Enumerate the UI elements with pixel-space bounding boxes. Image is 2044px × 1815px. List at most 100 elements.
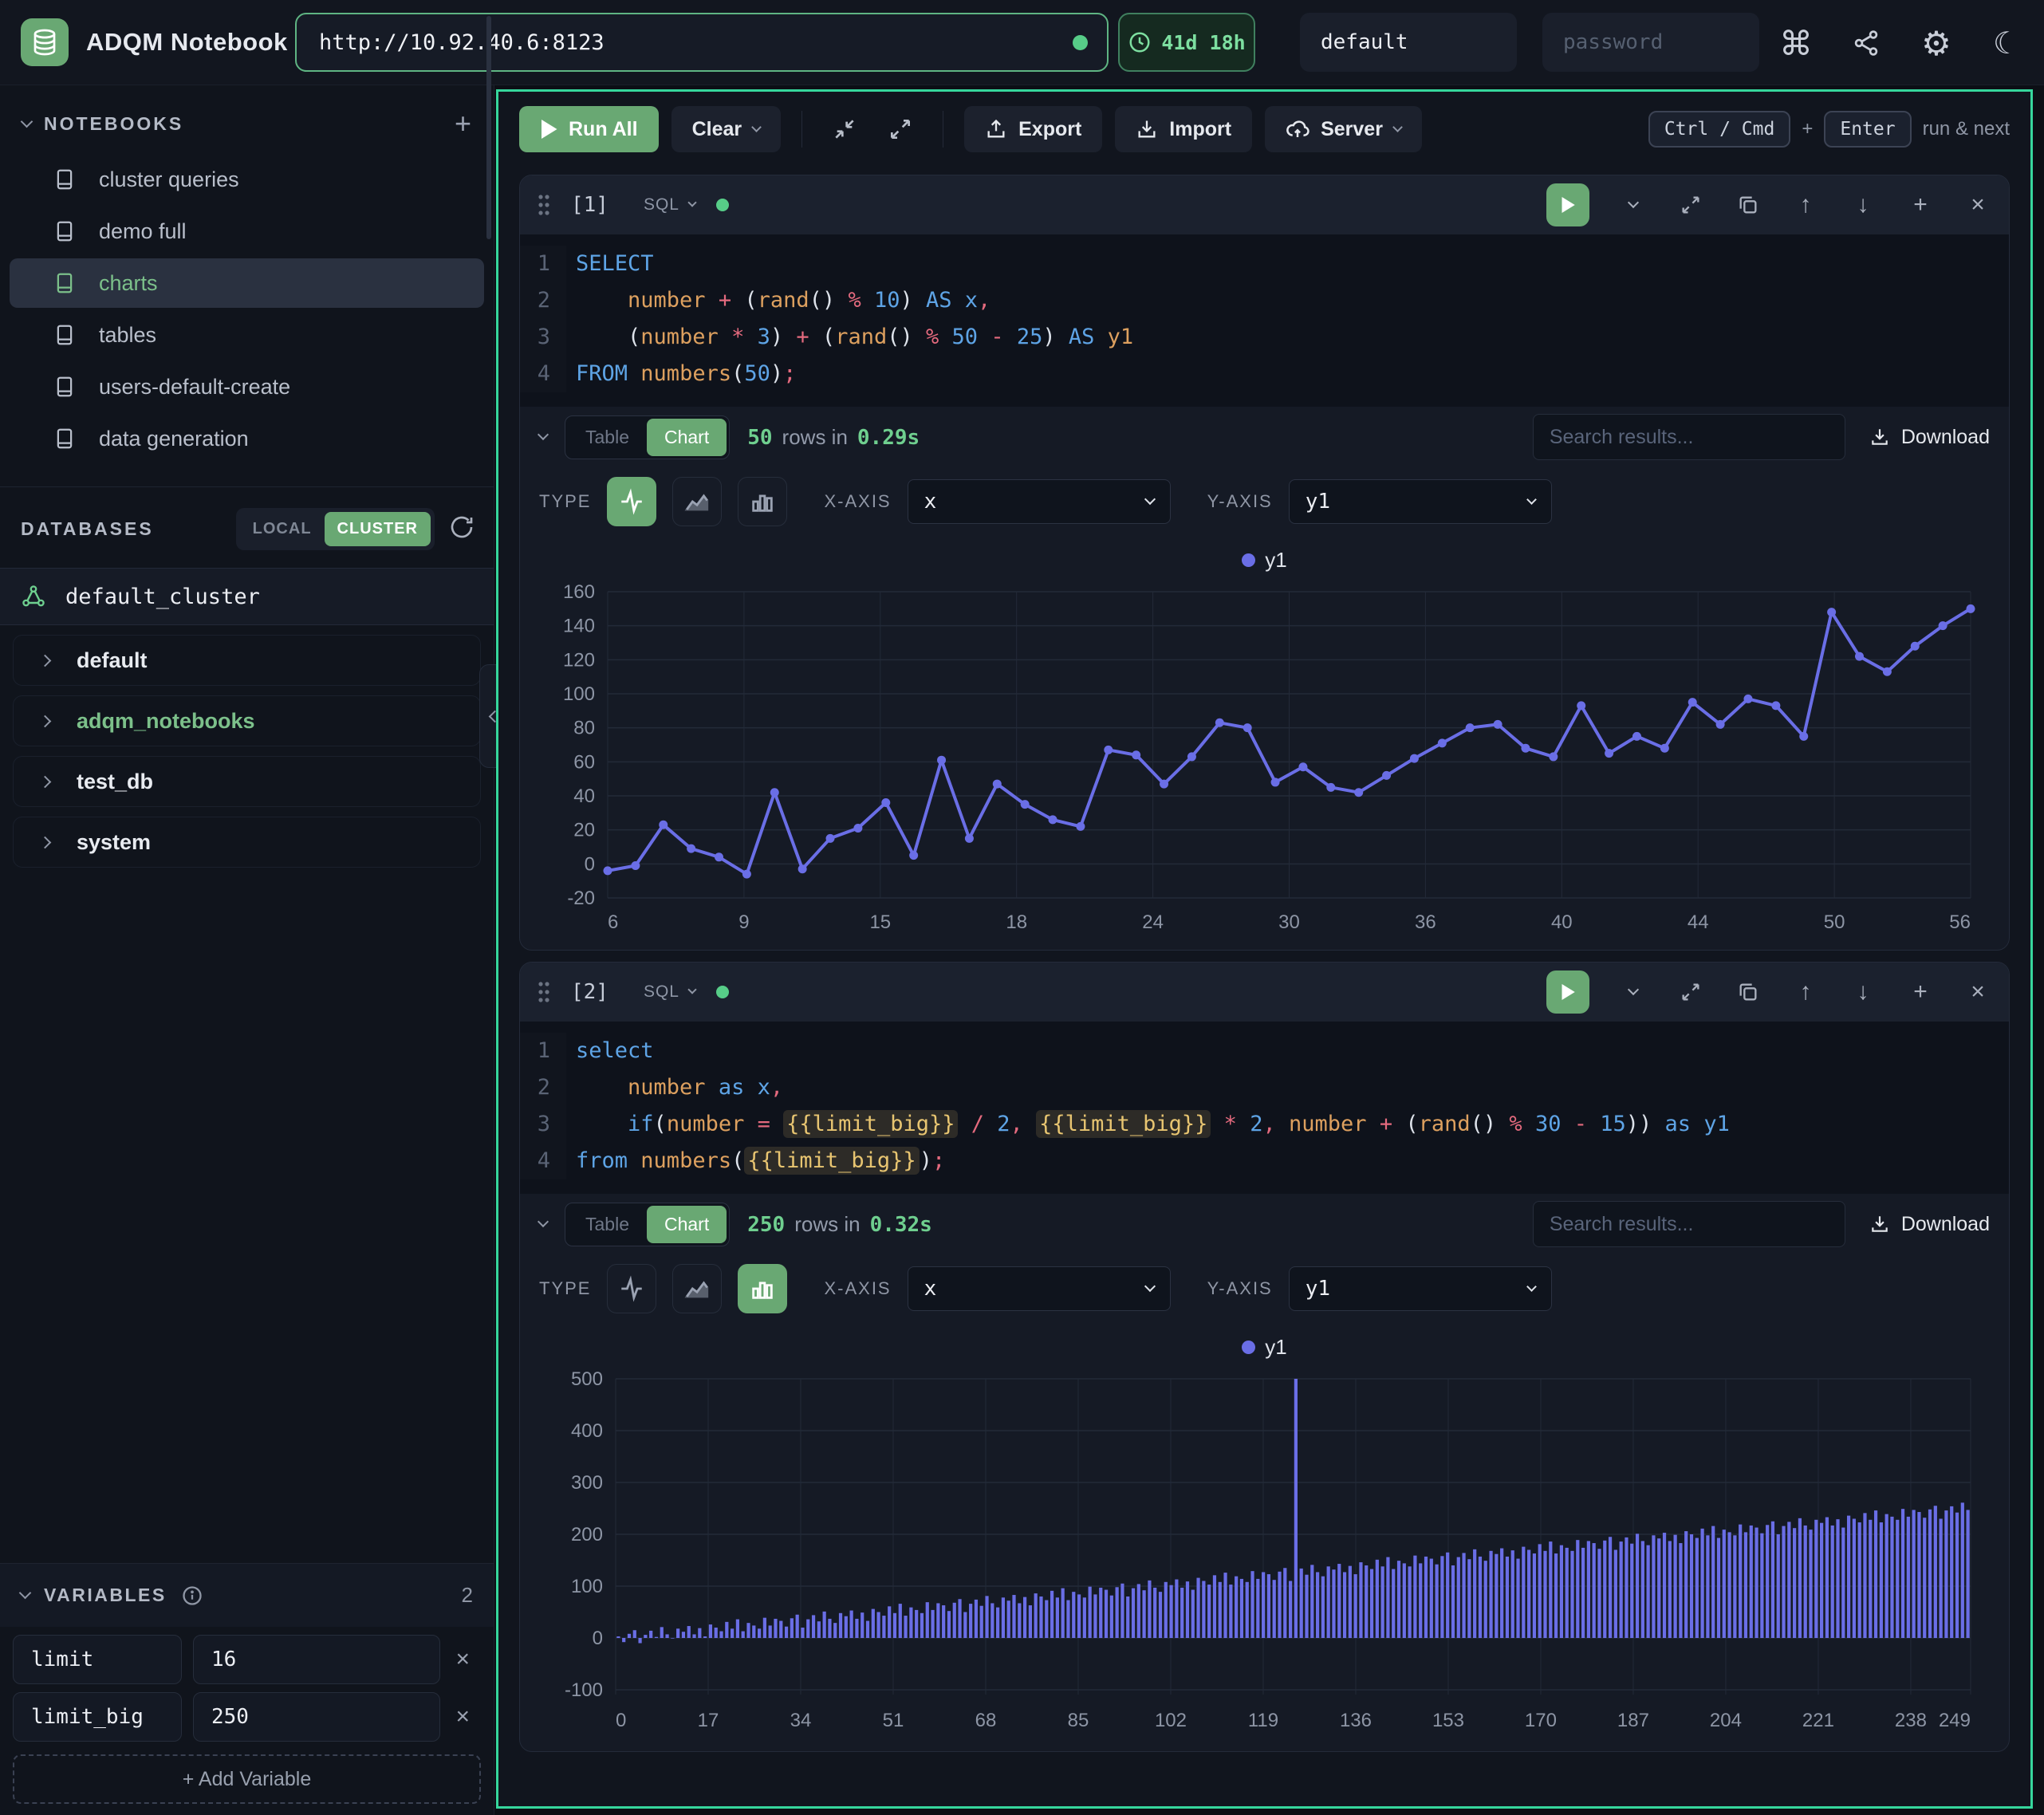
chart-type-bar-button[interactable]: [738, 1264, 787, 1313]
tree-item-test_db[interactable]: test_db: [13, 756, 481, 807]
search-results-input[interactable]: Search results...: [1533, 1201, 1845, 1247]
chart-type-bar-button[interactable]: [738, 477, 787, 526]
code-line[interactable]: 4FROM numbers(50);: [520, 356, 2009, 392]
code-line[interactable]: 1select: [520, 1033, 2009, 1069]
download-button[interactable]: Download: [1869, 426, 1990, 449]
code-line[interactable]: 3 (number * 3) + (rand() % 50 - 25) AS y…: [520, 319, 2009, 356]
tree-item-adqm_notebooks[interactable]: adqm_notebooks: [13, 695, 481, 746]
tree-item-system[interactable]: system: [13, 817, 481, 868]
clear-button[interactable]: Clear: [671, 106, 782, 152]
cell-close-icon[interactable]: ×: [1964, 191, 1991, 219]
chart-legend[interactable]: y1: [536, 1328, 1993, 1366]
cell-move-down-icon[interactable]: ↓: [1849, 191, 1877, 219]
remove-variable-button[interactable]: ×: [455, 1703, 470, 1730]
shortcuts-icon[interactable]: ⌘: [1777, 24, 1815, 62]
cell-2-code-editor[interactable]: 1select2 number as x,3 if(number = {{lim…: [520, 1022, 2009, 1194]
code-line[interactable]: 1SELECT: [520, 246, 2009, 282]
cell-language-select[interactable]: SQL: [644, 982, 695, 1002]
table-chart-toggle[interactable]: Table Chart: [565, 1203, 730, 1246]
cell-close-icon[interactable]: ×: [1964, 978, 1991, 1006]
search-results-input[interactable]: Search results...: [1533, 414, 1845, 460]
expand-all-button[interactable]: [879, 108, 922, 151]
chart-type-area-button[interactable]: [672, 1264, 722, 1313]
cell-move-up-icon[interactable]: ↑: [1792, 978, 1819, 1006]
run-all-button[interactable]: Run All: [519, 106, 659, 152]
cell-collapse-chevron[interactable]: [1620, 978, 1647, 1006]
y-axis-select[interactable]: y1: [1289, 1266, 1552, 1311]
variable-name-input[interactable]: limit_big: [13, 1692, 182, 1742]
dark-mode-moon-icon[interactable]: ☾: [1987, 24, 2026, 62]
cell-language-select[interactable]: SQL: [644, 195, 695, 215]
chart-legend[interactable]: y1: [536, 541, 1993, 579]
cell-move-down-icon[interactable]: ↓: [1849, 978, 1877, 1006]
run-cell-button[interactable]: [1546, 970, 1589, 1014]
variable-value-input[interactable]: 16: [193, 1635, 440, 1684]
line-chart[interactable]: 160140120100806040200-206915182430364044…: [536, 579, 1985, 939]
sidebar-item-users-default-create[interactable]: users-default-create: [10, 362, 484, 411]
table-toggle[interactable]: Table: [568, 1206, 647, 1243]
import-button[interactable]: Import: [1115, 106, 1252, 152]
code-line[interactable]: 3 if(number = {{limit_big}} / 2, {{limit…: [520, 1106, 2009, 1143]
sidebar-item-data-generation[interactable]: data generation: [10, 414, 484, 463]
code-line[interactable]: 2 number as x,: [520, 1069, 2009, 1106]
run-cell-button[interactable]: [1546, 183, 1589, 226]
cell-1-code-editor[interactable]: 1SELECT2 number + (rand() % 10) AS x,3 (…: [520, 234, 2009, 407]
chart-toggle[interactable]: Chart: [647, 419, 727, 456]
cluster-row[interactable]: default_cluster: [0, 568, 494, 625]
scope-local[interactable]: LOCAL: [240, 512, 325, 546]
y-axis-select[interactable]: y1: [1289, 479, 1552, 524]
variable-name-input[interactable]: limit: [13, 1635, 182, 1684]
password-field[interactable]: password: [1542, 13, 1759, 72]
sidebar-item-cluster-queries[interactable]: cluster queries: [10, 155, 484, 204]
chart-type-area-button[interactable]: [672, 477, 722, 526]
bar-chart[interactable]: 5004003002001000-10001734516885102119136…: [536, 1366, 1985, 1741]
svg-text:20: 20: [573, 820, 595, 841]
username-field[interactable]: default: [1300, 13, 1517, 72]
cell-copy-icon[interactable]: [1735, 978, 1762, 1006]
export-button[interactable]: Export: [964, 106, 1102, 152]
download-button[interactable]: Download: [1869, 1213, 1990, 1236]
x-axis-select[interactable]: x: [908, 479, 1171, 524]
drag-handle-icon[interactable]: [538, 194, 550, 216]
add-variable-button[interactable]: + Add Variable: [13, 1754, 481, 1804]
sidebar-scrollbar[interactable]: [486, 16, 491, 239]
sidebar-item-tables[interactable]: tables: [10, 310, 484, 360]
chart-type-line-button[interactable]: [607, 1264, 656, 1313]
share-icon[interactable]: [1847, 24, 1885, 62]
code-line[interactable]: 4from numbers({{limit_big}});: [520, 1143, 2009, 1179]
x-axis-select[interactable]: x: [908, 1266, 1171, 1311]
chart-type-line-button[interactable]: [607, 477, 656, 526]
add-notebook-button[interactable]: +: [455, 109, 471, 138]
table-chart-toggle[interactable]: Table Chart: [565, 415, 730, 459]
sidebar-item-demo-full[interactable]: demo full: [10, 207, 484, 256]
cell-move-up-icon[interactable]: ↑: [1792, 191, 1819, 219]
code-line[interactable]: 2 number + (rand() % 10) AS x,: [520, 282, 2009, 319]
results-collapse-chevron[interactable]: [538, 429, 549, 440]
variable-value-input[interactable]: 250: [193, 1692, 440, 1742]
tree-item-default[interactable]: default: [13, 635, 481, 686]
scope-cluster[interactable]: CLUSTER: [325, 512, 431, 546]
refresh-icon[interactable]: [449, 514, 475, 544]
cell-add-icon[interactable]: +: [1907, 191, 1934, 219]
svg-text:40: 40: [573, 785, 595, 807]
remove-variable-button[interactable]: ×: [455, 1646, 470, 1673]
chart-toggle[interactable]: Chart: [647, 1206, 727, 1243]
settings-gear-icon[interactable]: ⚙: [1917, 24, 1955, 62]
variables-header[interactable]: VARIABLES 2: [0, 1564, 494, 1627]
server-url-input[interactable]: http://10.92.40.6:8123: [295, 13, 1109, 72]
notebook-toolbar: Run All Clear Export Im: [498, 92, 2030, 163]
table-toggle[interactable]: Table: [568, 419, 647, 456]
cell-expand-icon[interactable]: [1677, 191, 1704, 219]
sidebar-item-charts[interactable]: charts: [10, 258, 484, 308]
drag-handle-icon[interactable]: [538, 981, 550, 1003]
cell-expand-icon[interactable]: [1677, 978, 1704, 1006]
svg-text:0: 0: [616, 1710, 626, 1731]
cell-copy-icon[interactable]: [1735, 191, 1762, 219]
cell-collapse-chevron[interactable]: [1620, 191, 1647, 219]
collapse-all-button[interactable]: [823, 108, 866, 151]
results-collapse-chevron[interactable]: [538, 1216, 549, 1227]
server-button[interactable]: Server: [1265, 106, 1422, 152]
cell-add-icon[interactable]: +: [1907, 978, 1934, 1006]
notebooks-header[interactable]: NOTEBOOKS +: [0, 85, 494, 152]
scope-toggle[interactable]: LOCAL CLUSTER: [236, 508, 435, 550]
